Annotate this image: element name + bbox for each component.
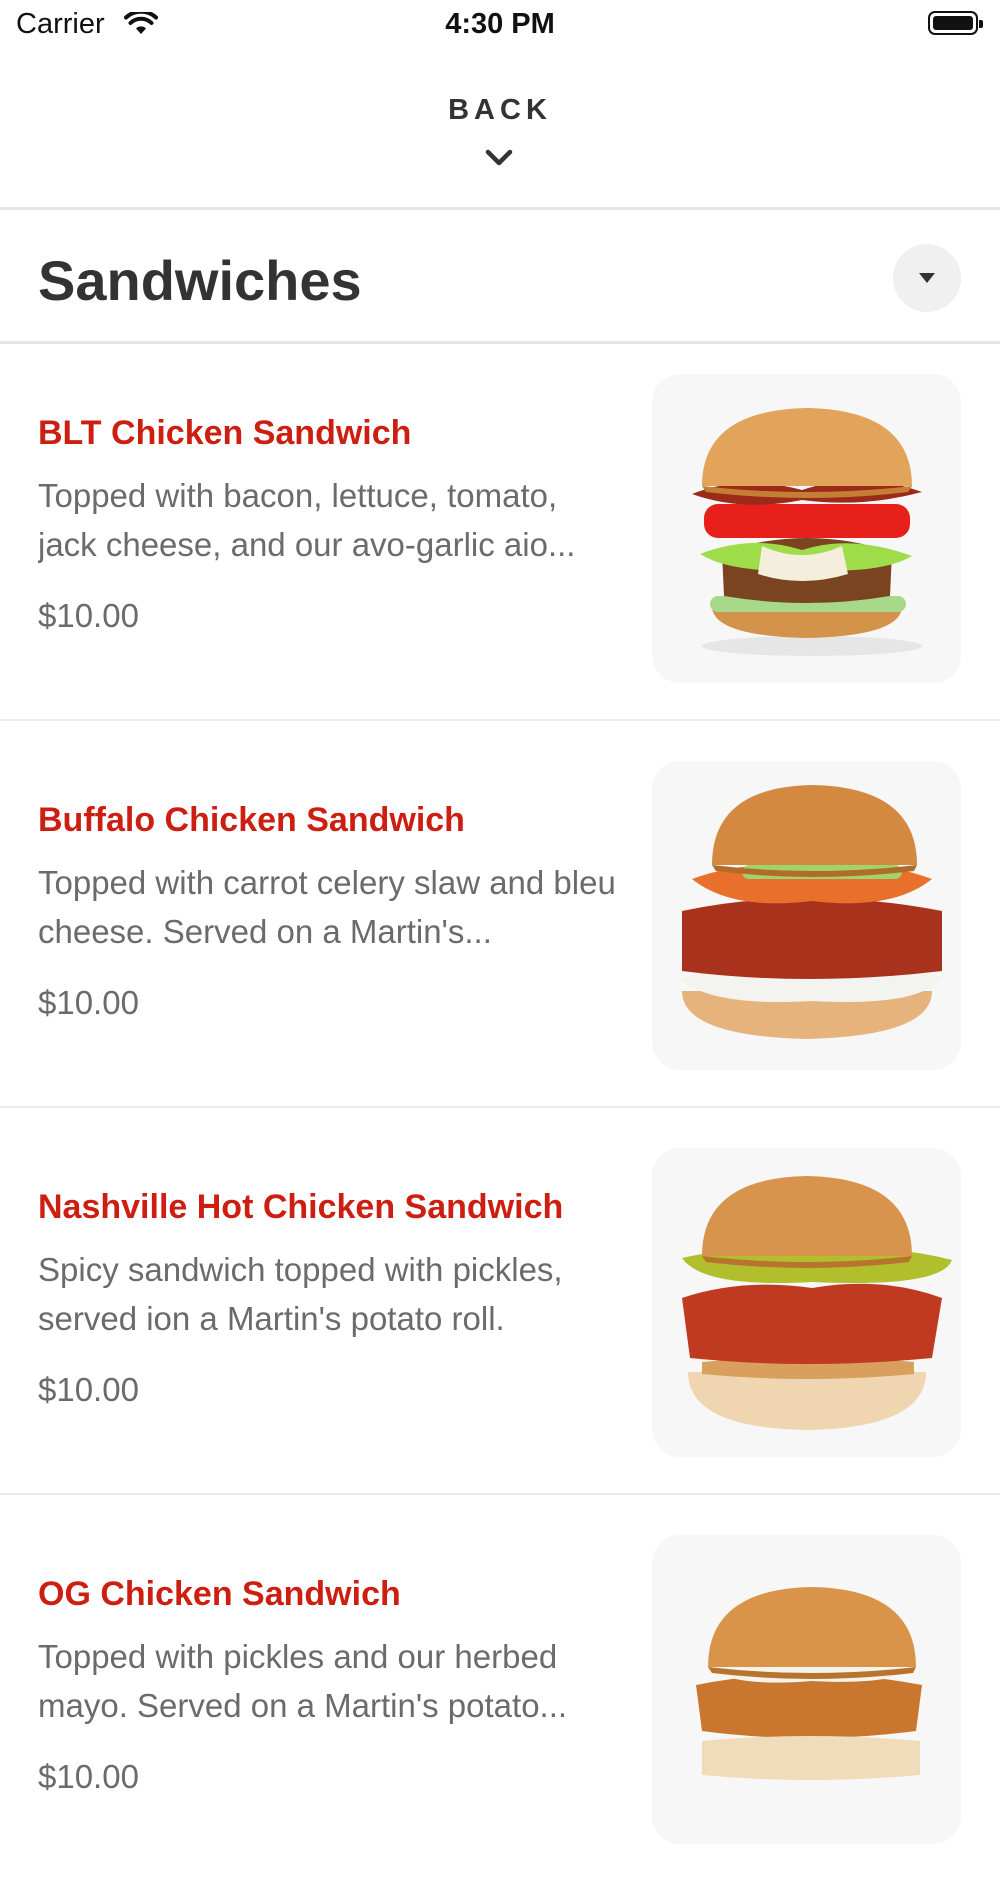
item-description: Topped with pickles and our herbed mayo.…	[38, 1638, 568, 1724]
item-image-sandwich	[652, 761, 961, 1070]
item-description: Spicy sandwich topped with pickles, serv…	[38, 1251, 563, 1337]
item-price: $10.00	[38, 597, 139, 634]
menu-item-buffalo-chicken-sandwich[interactable]: Buffalo Chicken Sandwich Topped with car…	[0, 731, 1000, 1114]
battery-icon	[928, 11, 983, 35]
item-image-sandwich	[652, 1535, 961, 1844]
item-name: Nashville Hot Chicken Sandwich	[38, 1188, 564, 1226]
section-title: Sandwiches	[38, 249, 362, 312]
item-image-sandwich	[652, 1148, 961, 1457]
menu-item-blt-chicken-sandwich[interactable]: BLT Chicken Sandwich Topped with bacon, …	[0, 344, 1000, 727]
back-button[interactable]: BACK	[0, 50, 1000, 208]
item-divider	[0, 1493, 1000, 1495]
item-image-sandwich	[652, 374, 961, 683]
item-description: Topped with carrot celery slaw and bleu …	[38, 864, 616, 950]
back-label: BACK	[448, 94, 552, 126]
section-header: Sandwiches	[0, 210, 1000, 342]
clock: 4:30 PM	[445, 8, 555, 40]
item-price: $10.00	[38, 1371, 139, 1408]
menu-item-og-chicken-sandwich[interactable]: OG Chicken Sandwich Topped with pickles …	[0, 1505, 1000, 1888]
item-price: $10.00	[38, 984, 139, 1021]
menu-item-nashville-hot-chicken-sandwich[interactable]: Nashville Hot Chicken Sandwich Spicy san…	[0, 1118, 1000, 1501]
item-description: Topped with bacon, lettuce, tomato, jack…	[38, 477, 576, 563]
item-name: BLT Chicken Sandwich	[38, 414, 412, 452]
item-price: $10.00	[38, 1758, 139, 1795]
item-divider	[0, 719, 1000, 721]
caret-down-icon	[919, 273, 935, 283]
collapse-section-button[interactable]	[893, 244, 961, 312]
status-bar: Carrier 4:30 PM	[0, 0, 1000, 50]
item-name: Buffalo Chicken Sandwich	[38, 801, 465, 839]
item-divider	[0, 1106, 1000, 1108]
item-name: OG Chicken Sandwich	[38, 1575, 401, 1613]
chevron-down-icon	[484, 148, 514, 173]
